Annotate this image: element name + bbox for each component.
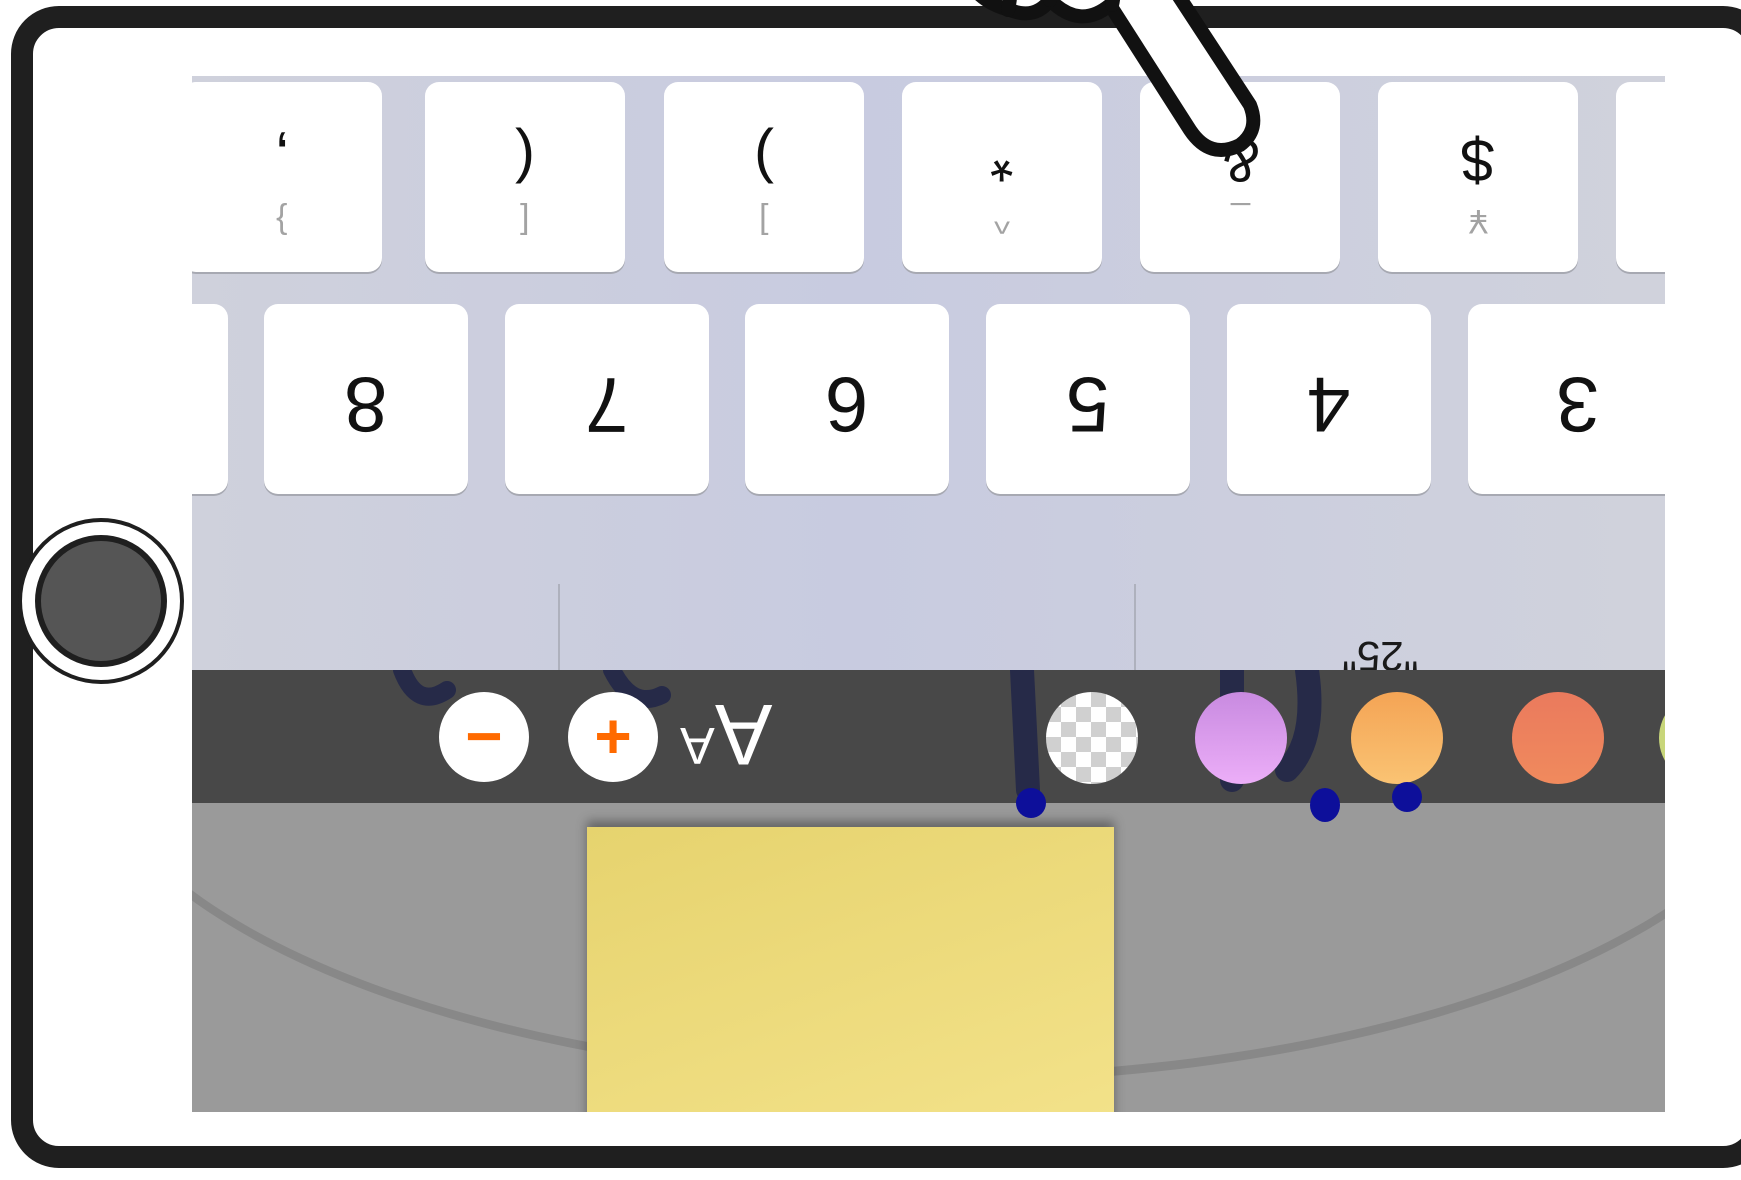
plus-icon: + [594, 700, 632, 772]
key-sub-label: ^ [994, 202, 1010, 240]
color-swatch-red-orange[interactable] [1512, 692, 1604, 784]
key-dollar[interactable]: $ ¥ [1378, 82, 1578, 272]
font-size-glyph-large: A [714, 686, 773, 782]
ink-stroke-end [1310, 788, 1340, 822]
background-ink-strokes [393, 670, 1322, 802]
suggestion-divider [1134, 584, 1136, 674]
key-5[interactable]: 5 [986, 304, 1190, 494]
font-size-glyph-small: A [680, 716, 715, 774]
onscreen-keyboard: , } ( [ ) ] * ^ & _ $ ¥ 8 7 6 5 4 3 "25" [192, 76, 1665, 680]
color-swatch-orange[interactable] [1351, 692, 1443, 784]
key-partial-left[interactable] [192, 304, 228, 494]
font-size-icon[interactable]: AA [680, 684, 772, 783]
key-6[interactable]: 6 [745, 304, 949, 494]
key-sub-label: ] [759, 202, 769, 240]
screen: , } ( [ ) ] * ^ & _ $ ¥ 8 7 6 5 4 3 "25"… [192, 76, 1665, 1112]
key-main-label: ) [754, 127, 774, 194]
key-number-label: 7 [585, 361, 629, 449]
key-sub-label: ¥ [1468, 202, 1488, 240]
key-number-label: 5 [1066, 361, 1110, 449]
color-swatch-transparent[interactable] [1046, 692, 1138, 784]
key-sub-label: } [276, 202, 288, 240]
home-button[interactable] [35, 535, 167, 667]
key-main-label: $ [1461, 127, 1495, 194]
decrease-font-button[interactable]: − [439, 692, 529, 782]
key-number-label: 4 [1307, 361, 1351, 449]
key-sub-label: _ [1230, 202, 1250, 240]
whiteboard-canvas[interactable] [192, 803, 1665, 1112]
key-main-label: , [273, 127, 291, 194]
pointing-hand-icon [975, 0, 1261, 157]
key-comma[interactable]: , } [192, 82, 382, 272]
increase-font-button[interactable]: + [568, 692, 658, 782]
key-open-paren[interactable]: ( [ [425, 82, 625, 272]
sticky-note[interactable] [587, 827, 1114, 1112]
key-number-label: 3 [1556, 361, 1600, 449]
key-number-label: 8 [344, 361, 388, 449]
minus-icon: − [465, 700, 503, 772]
key-number-label: 6 [825, 361, 869, 449]
ink-stroke-end [1392, 782, 1422, 812]
key-partial[interactable] [1616, 82, 1665, 272]
ink-stroke-end [1016, 788, 1046, 818]
key-3[interactable]: 3 [1468, 304, 1665, 494]
suggestion-bar: "25" [192, 532, 1665, 680]
key-7[interactable]: 7 [505, 304, 709, 494]
key-8[interactable]: 8 [264, 304, 468, 494]
key-sub-label: [ [520, 202, 530, 240]
key-close-paren[interactable]: ) ] [664, 82, 864, 272]
key-4[interactable]: 4 [1227, 304, 1431, 494]
key-main-label: ( [515, 127, 535, 194]
note-toolbar: − + AA [192, 670, 1665, 803]
suggestion-divider [558, 584, 560, 674]
color-swatch-purple[interactable] [1195, 692, 1287, 784]
